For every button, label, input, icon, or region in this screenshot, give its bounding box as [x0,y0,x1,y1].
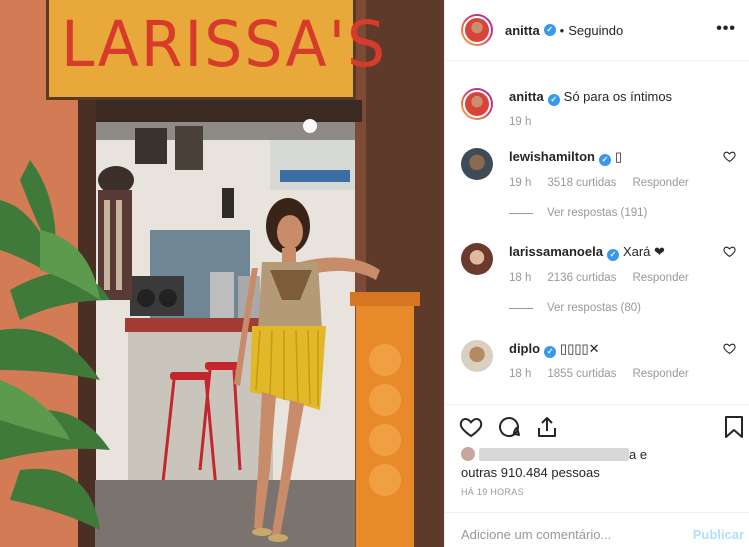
comment-username[interactable]: larissamanoela [509,244,603,259]
comment-username[interactable]: diplo [509,341,540,356]
liker-avatar[interactable] [461,447,475,461]
comment-bubble-icon[interactable] [497,415,521,439]
replies-divider [509,307,533,309]
posted-time[interactable]: HÁ 19 HORAS [461,487,524,497]
caption-avatar[interactable] [461,88,493,120]
verified-badge-icon: ✓ [543,24,556,36]
comment-time[interactable]: 18 h [509,368,531,380]
view-replies-button[interactable]: Ver respostas (80) [509,302,641,314]
header-separator: • [559,22,565,38]
likes-count-button[interactable]: outras 910.484 pessoas [461,464,736,481]
verified-badge-icon: ✓ [547,94,560,106]
comment-likes[interactable]: 2136 curtidas [547,272,616,284]
post-header: anitta ✓ • Seguindo ••• [445,0,749,61]
post-actions-bar [445,404,749,448]
comment-text: Xará ❤ [622,244,665,259]
comment-text: ▯ [614,149,623,164]
author-username[interactable]: anitta [505,23,540,38]
share-icon[interactable] [535,415,559,439]
likes-summary: a e outras 910.484 pessoas [461,446,736,481]
comment-likes[interactable]: 1855 curtidas [547,368,616,380]
comments-list[interactable]: anitta ✓ Só para os íntimos 19 h lewishami… [445,62,749,403]
follow-status-button[interactable]: Seguindo [568,23,623,38]
comment-likes[interactable]: 3518 curtidas [547,177,616,189]
view-replies-label: Ver respostas (80) [547,302,641,314]
comment-time[interactable]: 18 h [509,272,531,284]
more-options-icon[interactable]: ••• [716,20,736,38]
post-details-panel: anitta ✓ • Seguindo ••• anitta ✓ Só para o… [444,0,749,547]
comment-input[interactable]: Adicione um comentário... [461,527,611,542]
commenter-avatar[interactable] [461,340,493,372]
like-heart-icon[interactable] [459,415,483,439]
store-sign: LARISSA'S [46,0,385,100]
reply-button[interactable]: Responder [632,368,688,380]
comment-text: ▯▯▯▯✕ [560,341,600,356]
liker-name-blurred [479,448,629,461]
save-bookmark-icon[interactable] [724,415,744,439]
verified-badge-icon: ✓ [606,249,619,261]
commenter-avatar[interactable] [461,243,493,275]
caption-text: Só para os íntimos [563,89,673,104]
author-avatar[interactable] [461,14,493,46]
replies-divider [509,212,533,214]
like-comment-heart-icon[interactable] [723,150,736,163]
commenter-avatar[interactable] [461,148,493,180]
like-comment-heart-icon[interactable] [723,245,736,258]
reply-button[interactable]: Responder [632,177,688,189]
reply-button[interactable]: Responder [632,272,688,284]
likes-suffix: a e [629,447,648,462]
comment-username[interactable]: lewishamilton [509,149,595,164]
verified-badge-icon: ✓ [598,154,611,166]
publish-button[interactable]: Publicar [693,527,744,542]
comment-box: Adicione um comentário... Publicar [445,512,749,547]
store-sign-text: LARISSA'S [61,8,388,82]
view-replies-label: Ver respostas (191) [547,207,648,219]
caption-username[interactable]: anitta [509,89,544,104]
post-photo[interactable]: LARISSA'S [0,0,444,547]
comment-time[interactable]: 19 h [509,177,531,189]
caption-time[interactable]: 19 h [509,116,531,128]
verified-badge-icon: ✓ [544,346,557,358]
like-comment-heart-icon[interactable] [723,342,736,355]
view-replies-button[interactable]: Ver respostas (191) [509,207,647,219]
